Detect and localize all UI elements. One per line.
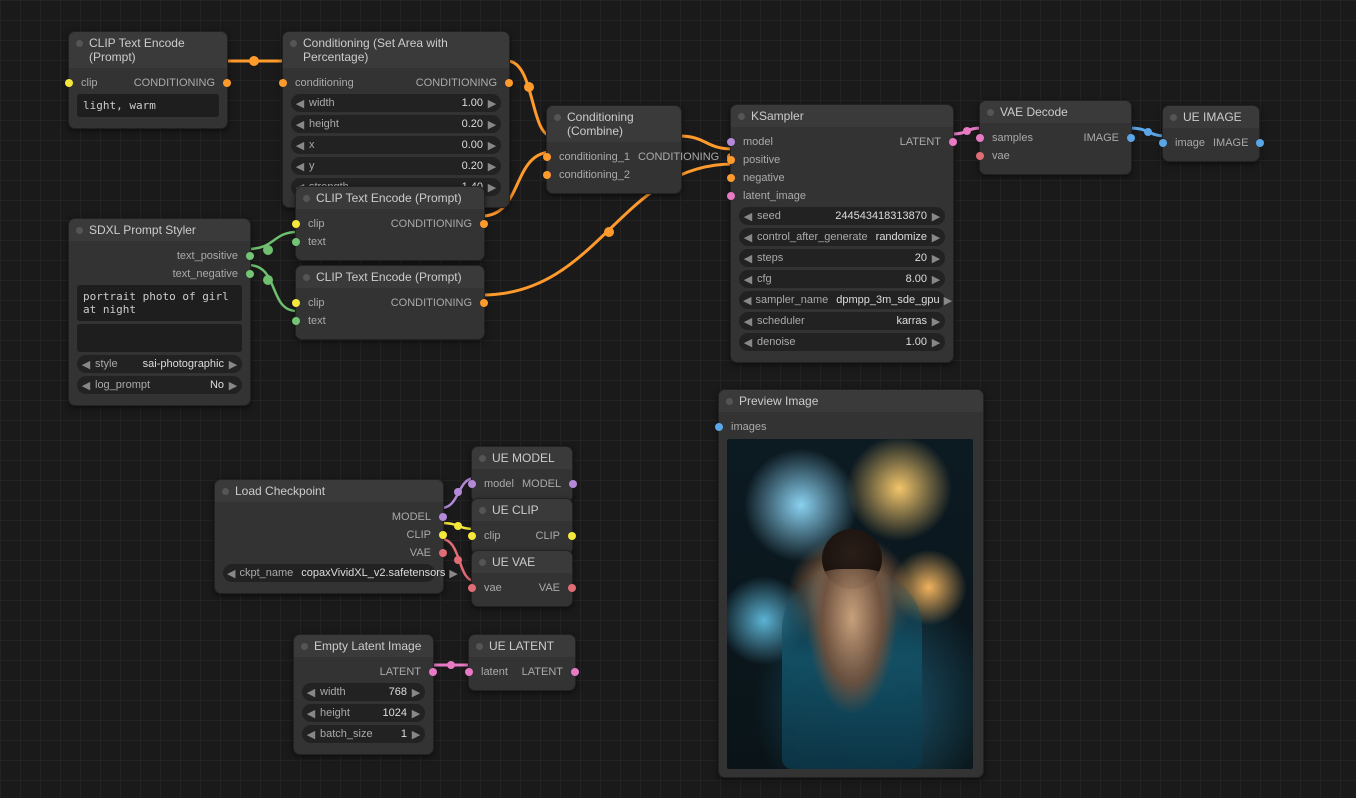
widget-log-prompt[interactable]: ◀log_promptNo▶ [77,376,242,394]
node-ue-clip[interactable]: UE CLIP clip CLIP [471,498,573,555]
node-ue-latent[interactable]: UE LATENT latent LATENT [468,634,576,691]
node-title[interactable]: Preview Image [719,390,983,412]
node-title[interactable]: Conditioning (Set Area with Percentage) [283,32,509,68]
prompt-text-input[interactable]: light, warm [77,94,219,117]
node-load-checkpoint[interactable]: Load Checkpoint MODEL CLIP VAE ◀ckpt_nam… [214,479,444,594]
widget-sampler-name[interactable]: ◀sampler_namedpmpp_3m_sde_gpu▶ [739,291,945,309]
widget-x[interactable]: ◀x0.00▶ [291,136,501,154]
node-title[interactable]: VAE Decode [980,101,1131,123]
widget-y[interactable]: ◀y0.20▶ [291,157,501,175]
node-ue-model[interactable]: UE MODEL model MODEL [471,446,573,503]
port-clip-in: clip [304,218,329,230]
node-title[interactable]: KSampler [731,105,953,127]
port-conditioning-2: conditioning_2 [555,169,634,181]
widget-style[interactable]: ◀stylesai-photographic▶ [77,355,242,373]
port-clip-out: CLIP [403,529,435,541]
widget-ckpt-name[interactable]: ◀ckpt_namecopaxVividXL_v2.safetensors▶ [223,564,435,582]
port-positive: positive [739,154,784,166]
port-image-out: IMAGE [1080,132,1123,144]
node-title[interactable]: CLIP Text Encode (Prompt) [296,266,484,288]
port-vae-out: VAE [406,547,435,559]
node-title[interactable]: UE LATENT [469,635,575,657]
widget-seed[interactable]: ◀seed244543418313870▶ [739,207,945,225]
node-title[interactable]: Load Checkpoint [215,480,443,502]
node-title[interactable]: UE IMAGE [1163,106,1259,128]
port-conditioning-out: CONDITIONING [130,77,219,89]
widget-denoise[interactable]: ◀denoise1.00▶ [739,333,945,351]
port-model-in: model [739,136,777,148]
node-title[interactable]: CLIP Text Encode (Prompt) [69,32,227,68]
port-conditioning-out: CONDITIONING [387,297,476,309]
port-model-out: MODEL [518,478,565,490]
node-title[interactable]: Empty Latent Image [294,635,433,657]
port-text-negative: text_negative [169,268,242,280]
node-preview-image[interactable]: Preview Image images [718,389,984,778]
port-text-positive: text_positive [173,250,242,262]
port-clip-in: clip [304,297,329,309]
widget-scheduler[interactable]: ◀schedulerkarras▶ [739,312,945,330]
widget-height[interactable]: ◀height1024▶ [302,704,425,722]
widget-steps[interactable]: ◀steps20▶ [739,249,945,267]
port-conditioning-in: conditioning [291,77,358,89]
node-sdxl-prompt-styler[interactable]: SDXL Prompt Styler text_positive text_ne… [68,218,251,406]
widget-width[interactable]: ◀width1.00▶ [291,94,501,112]
port-latent-out: LATENT [896,136,945,148]
port-image-out: IMAGE [1209,137,1252,149]
node-conditioning-set-area[interactable]: Conditioning (Set Area with Percentage) … [282,31,510,208]
node-title[interactable]: SDXL Prompt Styler [69,219,250,241]
node-ue-vae[interactable]: UE VAE vae VAE [471,550,573,607]
negative-text-input[interactable] [77,324,242,352]
node-title[interactable]: UE VAE [472,551,572,573]
port-vae-out: VAE [535,582,564,594]
node-ue-image[interactable]: UE IMAGE image IMAGE [1162,105,1260,162]
port-clip-in: clip [77,77,102,89]
node-title[interactable]: CLIP Text Encode (Prompt) [296,187,484,209]
port-images-in: images [727,421,770,433]
prompt-text-input[interactable]: portrait photo of girl at night [77,285,242,321]
port-conditioning-out: CONDITIONING [412,77,501,89]
port-text-in: text [304,315,330,327]
port-latent-out: LATENT [376,666,425,678]
port-clip-out: CLIP [532,530,564,542]
widget-batch-size[interactable]: ◀batch_size1▶ [302,725,425,743]
port-vae-in: vae [480,582,506,594]
widget-cfg[interactable]: ◀cfg8.00▶ [739,270,945,288]
widget-control-after-generate[interactable]: ◀control_after_generaterandomize▶ [739,228,945,246]
node-conditioning-combine[interactable]: Conditioning (Combine) conditioning_1 CO… [546,105,682,194]
node-clip-text-encode-1[interactable]: CLIP Text Encode (Prompt) clip CONDITION… [68,31,228,129]
port-negative: negative [739,172,789,184]
node-vae-decode[interactable]: VAE Decode samples IMAGE vae [979,100,1132,175]
port-samples: samples [988,132,1037,144]
port-clip-in: clip [480,530,505,542]
port-conditioning-out: CONDITIONING [634,151,723,163]
port-model-in: model [480,478,518,490]
preview-image [727,439,973,769]
port-conditioning-1: conditioning_1 [555,151,634,163]
node-empty-latent-image[interactable]: Empty Latent Image LATENT ◀width768▶ ◀he… [293,634,434,755]
node-title[interactable]: UE CLIP [472,499,572,521]
port-model-out: MODEL [388,511,435,523]
port-image-in: image [1171,137,1209,149]
port-latent-in: latent [477,666,512,678]
widget-width[interactable]: ◀width768▶ [302,683,425,701]
port-latent-out: LATENT [518,666,567,678]
widget-height[interactable]: ◀height0.20▶ [291,115,501,133]
node-clip-text-encode-3[interactable]: CLIP Text Encode (Prompt) clip CONDITION… [295,265,485,340]
port-latent-image: latent_image [739,190,810,202]
node-title[interactable]: Conditioning (Combine) [547,106,681,142]
port-vae-in: vae [988,150,1014,162]
node-ksampler[interactable]: KSampler model LATENT positive negative … [730,104,954,363]
port-conditioning-out: CONDITIONING [387,218,476,230]
node-title[interactable]: UE MODEL [472,447,572,469]
node-clip-text-encode-2[interactable]: CLIP Text Encode (Prompt) clip CONDITION… [295,186,485,261]
port-text-in: text [304,236,330,248]
